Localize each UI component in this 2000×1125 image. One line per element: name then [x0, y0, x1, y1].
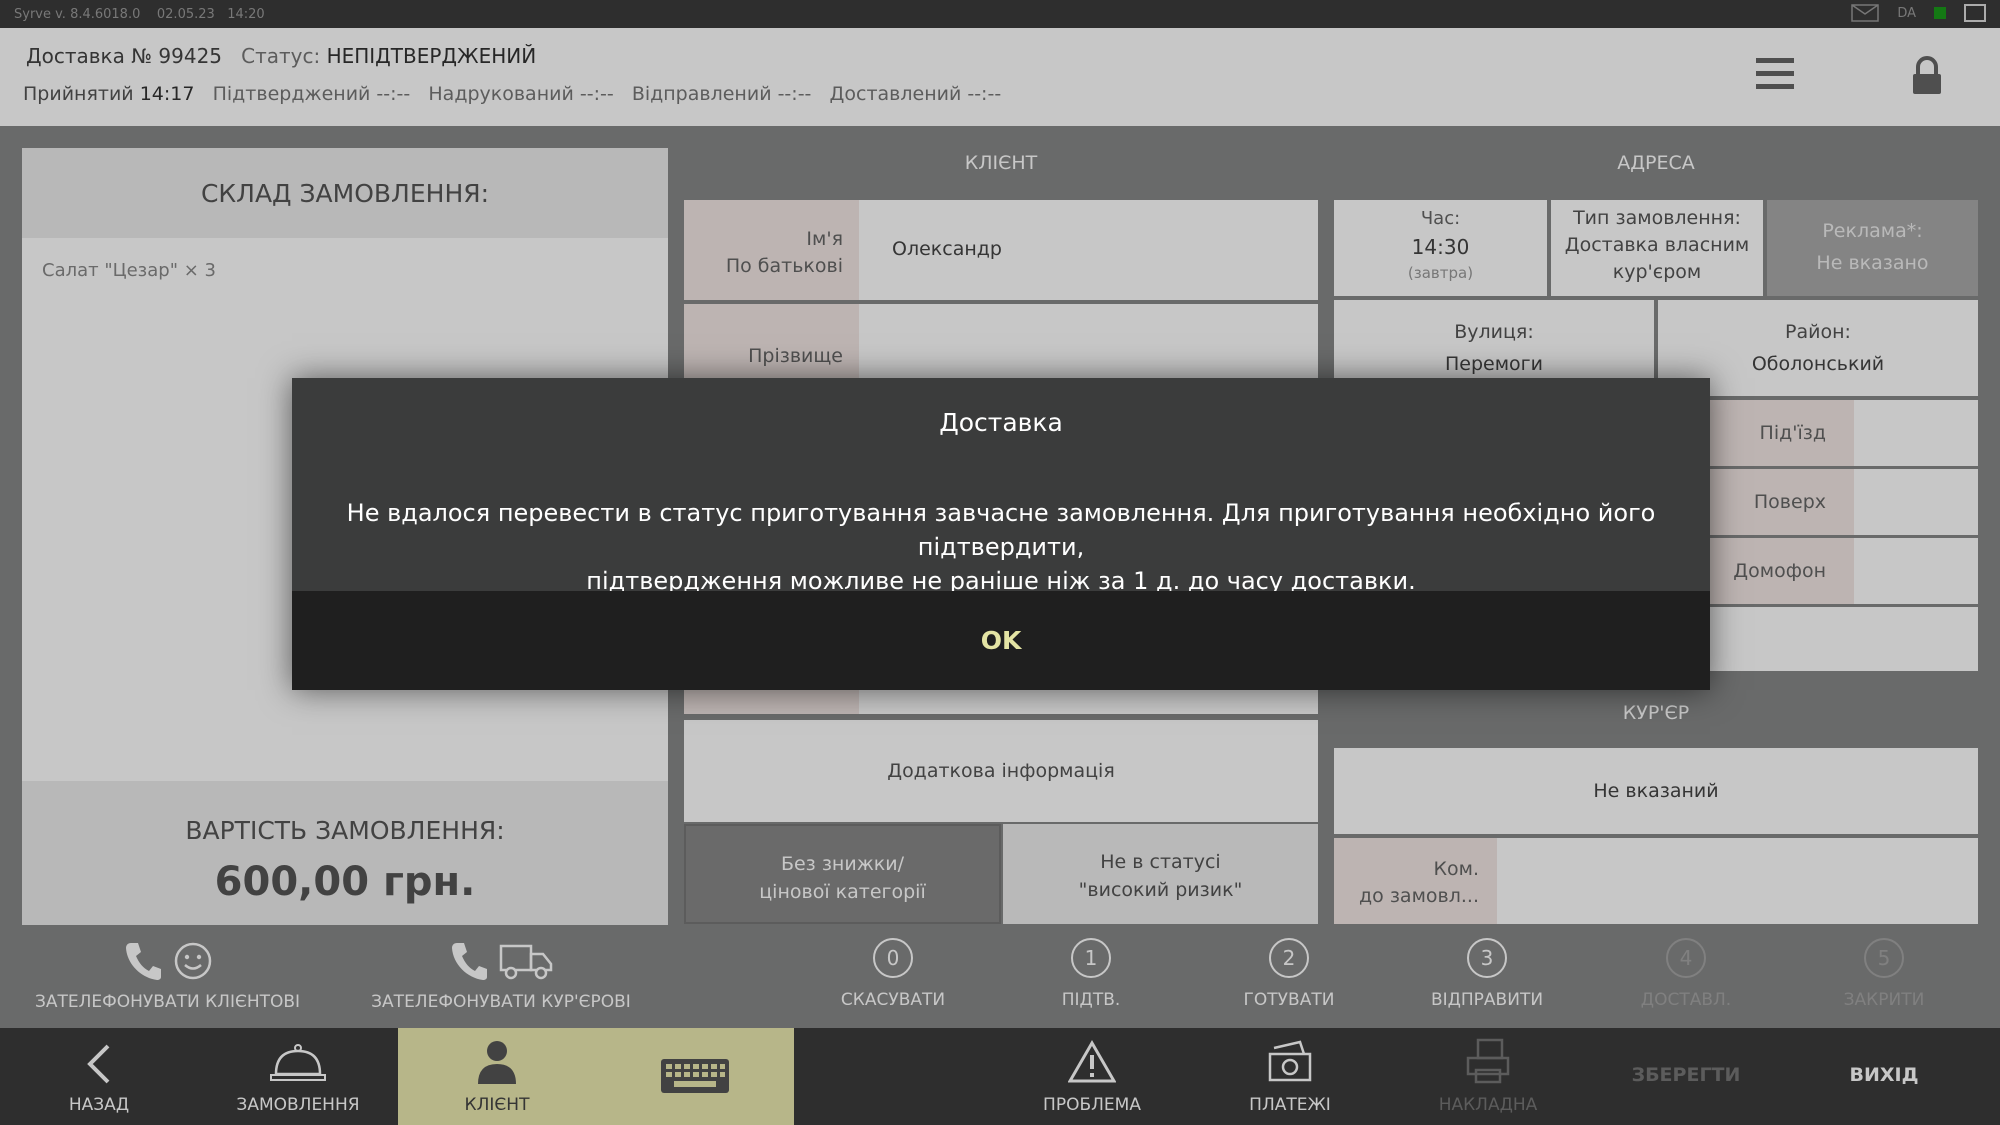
delivery-error-dialog: Доставка Не вдалося перевести в статус п…: [292, 378, 1710, 690]
dialog-button-bar: OK: [292, 591, 1710, 690]
ok-button[interactable]: OK: [292, 591, 1710, 690]
dialog-message: Не вдалося перевести в статус приготуван…: [346, 499, 1656, 595]
dialog-title: Доставка: [939, 408, 1063, 437]
